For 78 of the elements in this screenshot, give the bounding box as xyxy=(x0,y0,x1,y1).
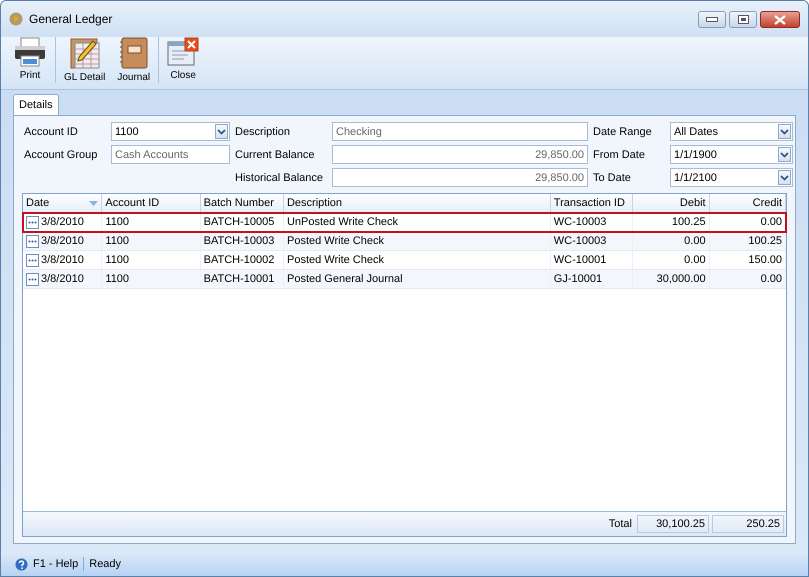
field-label: From Date xyxy=(593,148,646,160)
table-cell: BATCH-10005 xyxy=(204,216,274,228)
close-icon xyxy=(773,14,787,24)
row-menu-icon[interactable] xyxy=(26,272,39,286)
table-cell: 0.00 xyxy=(760,216,782,228)
caret-icon[interactable] xyxy=(778,170,791,185)
toolbar-button[interactable]: Print xyxy=(7,37,53,81)
ledger-pencil-icon xyxy=(68,37,101,69)
table-cell: 150.00 xyxy=(748,254,782,266)
field-label: Current Balance xyxy=(235,148,316,160)
account-group-field[interactable]: Cash Accounts xyxy=(111,145,230,164)
help-icon xyxy=(15,558,28,570)
toolbar-button[interactable]: GL Detail xyxy=(58,37,112,83)
table-cell: BATCH-10001 xyxy=(204,273,274,285)
table-cell: WC-10003 xyxy=(554,235,606,247)
table-row[interactable]: 3/8/2010 1100 BATCH-10005 UnPosted Write Check WC-10003 100.25 0.00 xyxy=(23,213,786,232)
table-cell: Posted Write Check xyxy=(286,235,384,247)
to-date-dropdown[interactable]: 1/1/2100 xyxy=(670,168,793,187)
maximize-icon xyxy=(738,15,748,24)
field-label: Description xyxy=(235,126,292,138)
historical-balance-field[interactable]: 29,850.00 xyxy=(332,168,588,187)
minimize-icon xyxy=(706,17,718,22)
tab[interactable]: Details xyxy=(13,94,59,115)
table-cell: UnPosted Write Check xyxy=(286,216,398,228)
table-cell: 30,000.00 xyxy=(656,273,706,285)
close-window-icon xyxy=(167,37,200,67)
toolbar-button[interactable]: Journal xyxy=(111,37,156,83)
field-label: Account ID xyxy=(24,126,79,138)
table-cell: BATCH-10002 xyxy=(204,254,274,266)
date-range-dropdown[interactable]: All Dates xyxy=(670,122,793,141)
table-cell: GJ-10001 xyxy=(554,273,602,285)
status-text: Ready xyxy=(89,558,122,570)
field-label: To Date xyxy=(593,172,632,184)
from-date-dropdown[interactable]: 1/1/1900 xyxy=(670,145,793,164)
caret-icon[interactable] xyxy=(778,147,791,162)
table-cell: 0.00 xyxy=(760,273,782,285)
minimize-button[interactable] xyxy=(698,11,726,28)
table-cell: 1100 xyxy=(105,254,130,266)
table-cell: 1100 xyxy=(105,216,130,228)
table-cell: 3/8/2010 xyxy=(41,254,84,266)
table-cell: 100.25 xyxy=(672,216,706,228)
row-menu-icon[interactable] xyxy=(26,254,39,266)
app-icon xyxy=(9,12,23,26)
window-title: General Ledger xyxy=(29,12,114,26)
table-cell: WC-10001 xyxy=(554,254,606,266)
description-field[interactable]: Checking xyxy=(332,122,588,141)
printer-icon xyxy=(13,37,47,67)
debit-total: 30,100.25 xyxy=(637,515,709,533)
caret-icon[interactable] xyxy=(778,124,791,139)
toolbar-button[interactable]: Close xyxy=(161,37,206,81)
help-hint: F1 - Help xyxy=(33,558,78,570)
table-cell: 0.00 xyxy=(684,235,706,247)
caret-icon[interactable] xyxy=(215,124,228,139)
field-label: Date Range xyxy=(593,126,653,138)
current-balance-field[interactable]: 29,850.00 xyxy=(332,145,588,164)
table-row[interactable]: 3/8/2010 1100 BATCH-10001 Posted General Journal GJ-10001 30,000.00 0.00 xyxy=(23,270,786,289)
row-menu-icon[interactable] xyxy=(26,216,39,228)
close-button[interactable] xyxy=(760,11,800,28)
table-cell: 1100 xyxy=(105,235,130,247)
table-cell: 100.25 xyxy=(748,235,782,247)
account-id-dropdown[interactable]: 1100 xyxy=(111,122,230,141)
table-cell: 0.00 xyxy=(684,254,706,266)
field-label: Account Group xyxy=(24,148,98,160)
table-cell: 1100 xyxy=(105,273,130,285)
table-cell: BATCH-10003 xyxy=(204,235,274,247)
row-menu-icon[interactable] xyxy=(26,234,39,248)
table-cell: Posted Write Check xyxy=(286,254,384,266)
table-cell: Posted General Journal xyxy=(286,273,403,285)
table-cell: 3/8/2010 xyxy=(41,273,84,285)
total-label: Total xyxy=(608,518,633,530)
table-cell: 3/8/2010 xyxy=(41,235,84,247)
table-cell: WC-10003 xyxy=(554,216,606,228)
maximize-button[interactable] xyxy=(729,11,757,28)
credit-total: 250.25 xyxy=(712,515,784,533)
table-row[interactable]: 3/8/2010 1100 BATCH-10003 Posted Write Check WC-10003 0.00 100.25 xyxy=(23,232,786,251)
notebook-icon xyxy=(118,37,149,69)
table-cell: 3/8/2010 xyxy=(41,216,84,228)
field-label: Historical Balance xyxy=(235,172,324,184)
